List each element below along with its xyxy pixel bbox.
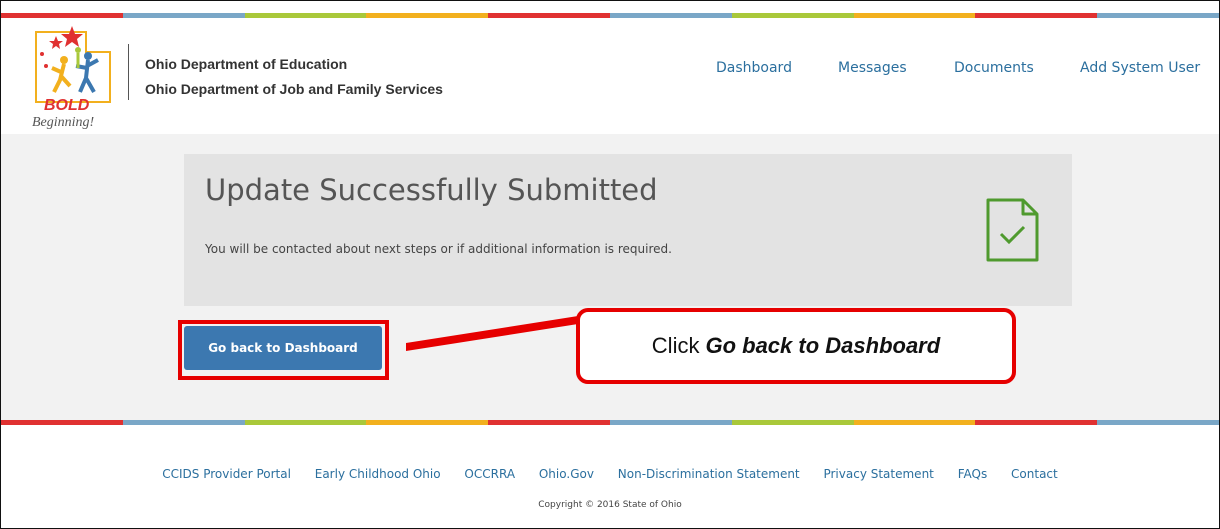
nav-add-system-user[interactable]: Add System User — [1080, 60, 1200, 76]
org-names: Ohio Department of Education Ohio Depart… — [145, 52, 443, 102]
callout-emphasis: Go back to Dashboard — [705, 333, 941, 358]
footer-link-privacy[interactable]: Privacy Statement — [823, 467, 933, 481]
top-color-stripe — [1, 13, 1219, 18]
footer-link-early-childhood[interactable]: Early Childhood Ohio — [315, 467, 441, 481]
footer-link-non-discrimination[interactable]: Non-Discrimination Statement — [618, 467, 800, 481]
logo-text-beginning: Beginning! — [32, 115, 95, 130]
footer-link-ohio-gov[interactable]: Ohio.Gov — [539, 467, 594, 481]
bold-beginning-logo: BOLD Beginning! — [32, 26, 111, 130]
nav-documents[interactable]: Documents — [954, 60, 1034, 76]
bottom-color-stripe — [1, 420, 1219, 425]
document-check-icon — [986, 198, 1039, 262]
instruction-callout: Click Go back to Dashboard — [576, 308, 1016, 384]
alert-message: You will be contacted about next steps o… — [205, 242, 672, 256]
page-title: Update Successfully Submitted — [205, 173, 658, 207]
footer-link-occrra[interactable]: OCCRRA — [464, 467, 515, 481]
callout-prefix: Click — [651, 333, 700, 358]
org-name-education: Ohio Department of Education — [145, 56, 348, 72]
footer-link-faqs[interactable]: FAQs — [958, 467, 988, 481]
logo-divider — [128, 44, 129, 100]
go-back-to-dashboard-button[interactable]: Go back to Dashboard — [184, 326, 382, 370]
nav-messages[interactable]: Messages — [838, 60, 907, 76]
footer-links: CCIDS Provider Portal Early Childhood Oh… — [0, 467, 1220, 481]
org-name-jfs: Ohio Department of Job and Family Servic… — [145, 81, 443, 97]
logo-text-bold: BOLD — [44, 97, 90, 114]
footer-link-contact[interactable]: Contact — [1011, 467, 1058, 481]
nav-dashboard[interactable]: Dashboard — [716, 60, 792, 76]
footer-link-ccids[interactable]: CCIDS Provider Portal — [162, 467, 291, 481]
copyright: Copyright © 2016 State of Ohio — [538, 500, 682, 510]
